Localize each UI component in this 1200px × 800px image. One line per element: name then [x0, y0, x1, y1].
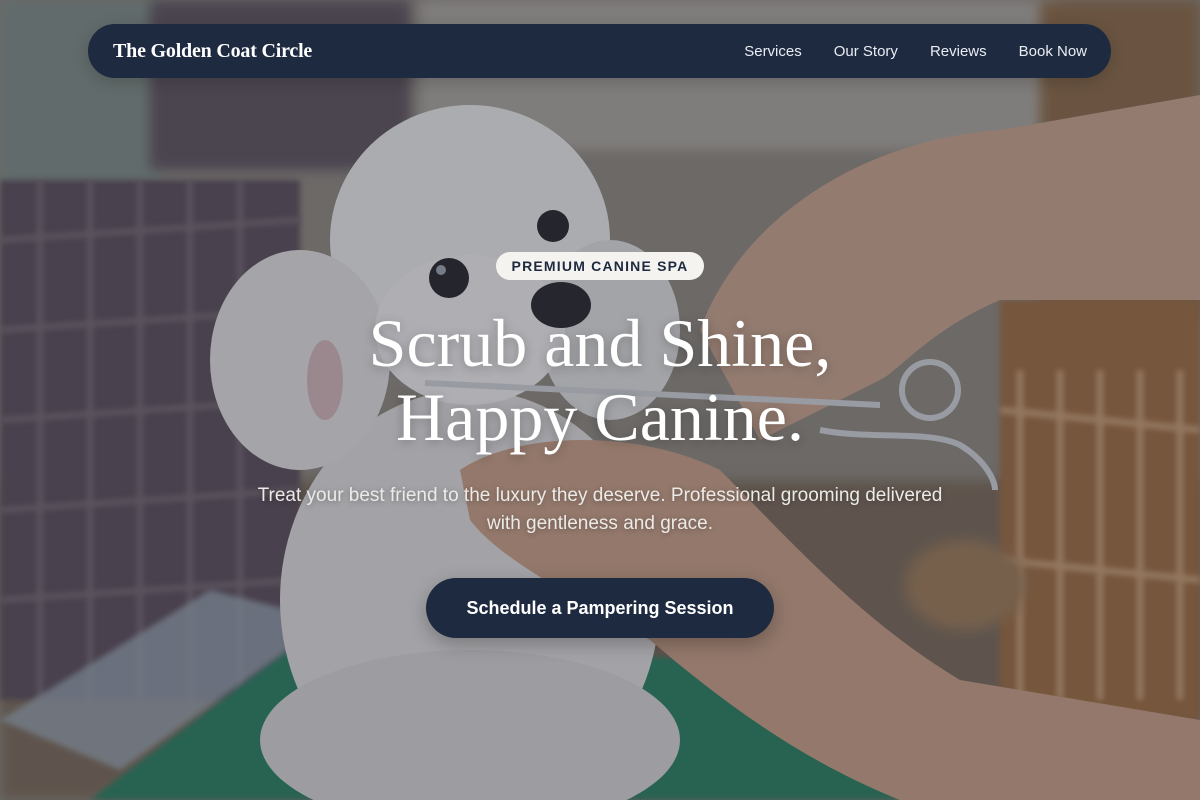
hero-badge: PREMIUM CANINE SPA: [495, 252, 705, 280]
schedule-session-button[interactable]: Schedule a Pampering Session: [426, 578, 774, 638]
top-navbar: The Golden Coat Circle Services Our Stor…: [88, 24, 1111, 78]
nav-link-reviews[interactable]: Reviews: [930, 43, 987, 60]
nav-links: Services Our Story Reviews Book Now: [744, 43, 1087, 60]
nav-link-book-now[interactable]: Book Now: [1019, 43, 1087, 60]
hero-title-line-2: Happy Canine.: [396, 379, 804, 455]
nav-link-services[interactable]: Services: [744, 43, 802, 60]
brand-logo-text[interactable]: The Golden Coat Circle: [113, 40, 312, 63]
hero-title-line-1: Scrub and Shine,: [368, 305, 832, 381]
hero-subtitle: Treat your best friend to the luxury the…: [257, 485, 943, 534]
nav-link-our-story[interactable]: Our Story: [834, 43, 898, 60]
hero-section: PREMIUM CANINE SPA Scrub and Shine, Happ…: [0, 252, 1200, 638]
hero-title: Scrub and Shine, Happy Canine.: [369, 306, 832, 454]
